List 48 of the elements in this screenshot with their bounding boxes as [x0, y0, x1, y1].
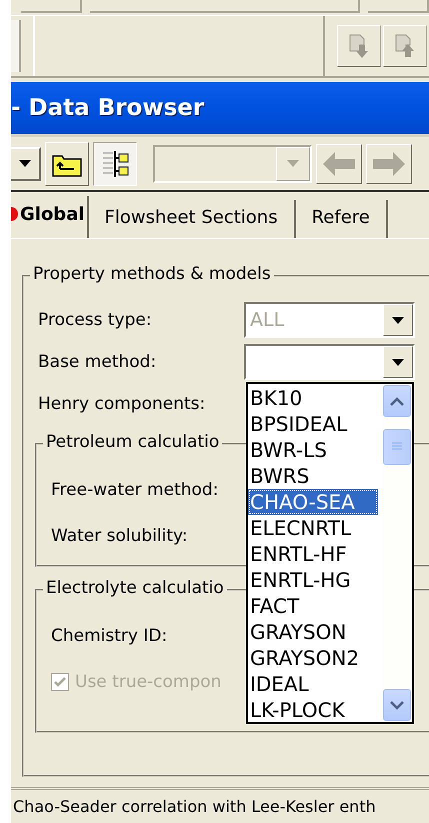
- right-arrow-icon: [373, 152, 405, 176]
- field-label: Water solubility:: [51, 526, 188, 546]
- group-title: Property methods & models: [30, 264, 274, 284]
- list-item[interactable]: LK-PLOCK: [248, 697, 382, 724]
- status-icon: [11, 207, 19, 222]
- field-label: Base method:: [38, 352, 156, 372]
- back-button[interactable]: [316, 144, 362, 184]
- scrollbar[interactable]: [382, 384, 412, 722]
- list-item[interactable]: BK10: [248, 385, 382, 412]
- field-label: Chemistry ID:: [51, 626, 168, 646]
- field-label: Process type:: [38, 310, 152, 330]
- caret-icon: [19, 160, 31, 168]
- page-up-icon: [394, 32, 416, 59]
- caret-icon: [287, 160, 299, 168]
- group-title: Electrolyte calculatio: [43, 578, 227, 598]
- list-item[interactable]: BPSIDEAL: [248, 411, 382, 438]
- list-item[interactable]: GRAYSON2: [248, 645, 382, 672]
- list-item[interactable]: IDEAL: [248, 671, 382, 698]
- dropdown-button[interactable]: [11, 146, 41, 181]
- toolbar-field[interactable]: [11, 20, 21, 72]
- window-title: - Data Browser: [11, 94, 204, 121]
- list-item[interactable]: ENRTL-HG: [248, 567, 382, 594]
- scroll-up-button[interactable]: [383, 385, 411, 418]
- grip-icon: [392, 442, 402, 452]
- tree-view-icon: [100, 148, 130, 179]
- list-item[interactable]: BWRS: [248, 463, 382, 490]
- status-text: Chao-Seader correlation with Lee-Kesler enth: [13, 797, 376, 816]
- list-item[interactable]: ELECNRTL: [248, 515, 382, 542]
- caret-icon: [392, 316, 404, 324]
- chevron-down-icon: [390, 700, 404, 710]
- list-item[interactable]: CHAO-SEA: [248, 489, 378, 516]
- tab[interactable]: Global: [11, 196, 89, 238]
- field-label: Free-water method:: [51, 480, 218, 500]
- list-item[interactable]: ENRTL-HF: [248, 541, 382, 568]
- list-item[interactable]: FACT: [248, 593, 382, 620]
- left-arrow-icon: [323, 152, 355, 176]
- page-down-icon: [348, 32, 370, 59]
- chevron-up-icon: [390, 396, 404, 406]
- forward-button[interactable]: [366, 144, 412, 184]
- checkbox-label: Use true-compon: [75, 672, 222, 692]
- combo-box[interactable]: [244, 344, 415, 380]
- scroll-thumb[interactable]: [383, 429, 411, 466]
- list-item[interactable]: GRAYSON: [248, 619, 382, 646]
- list-item[interactable]: BWR-LS: [248, 437, 382, 464]
- scroll-down-button[interactable]: [383, 689, 411, 722]
- caret-icon: [392, 358, 404, 366]
- field-label: Henry components:: [38, 394, 206, 414]
- toolbar-button[interactable]: [93, 142, 137, 186]
